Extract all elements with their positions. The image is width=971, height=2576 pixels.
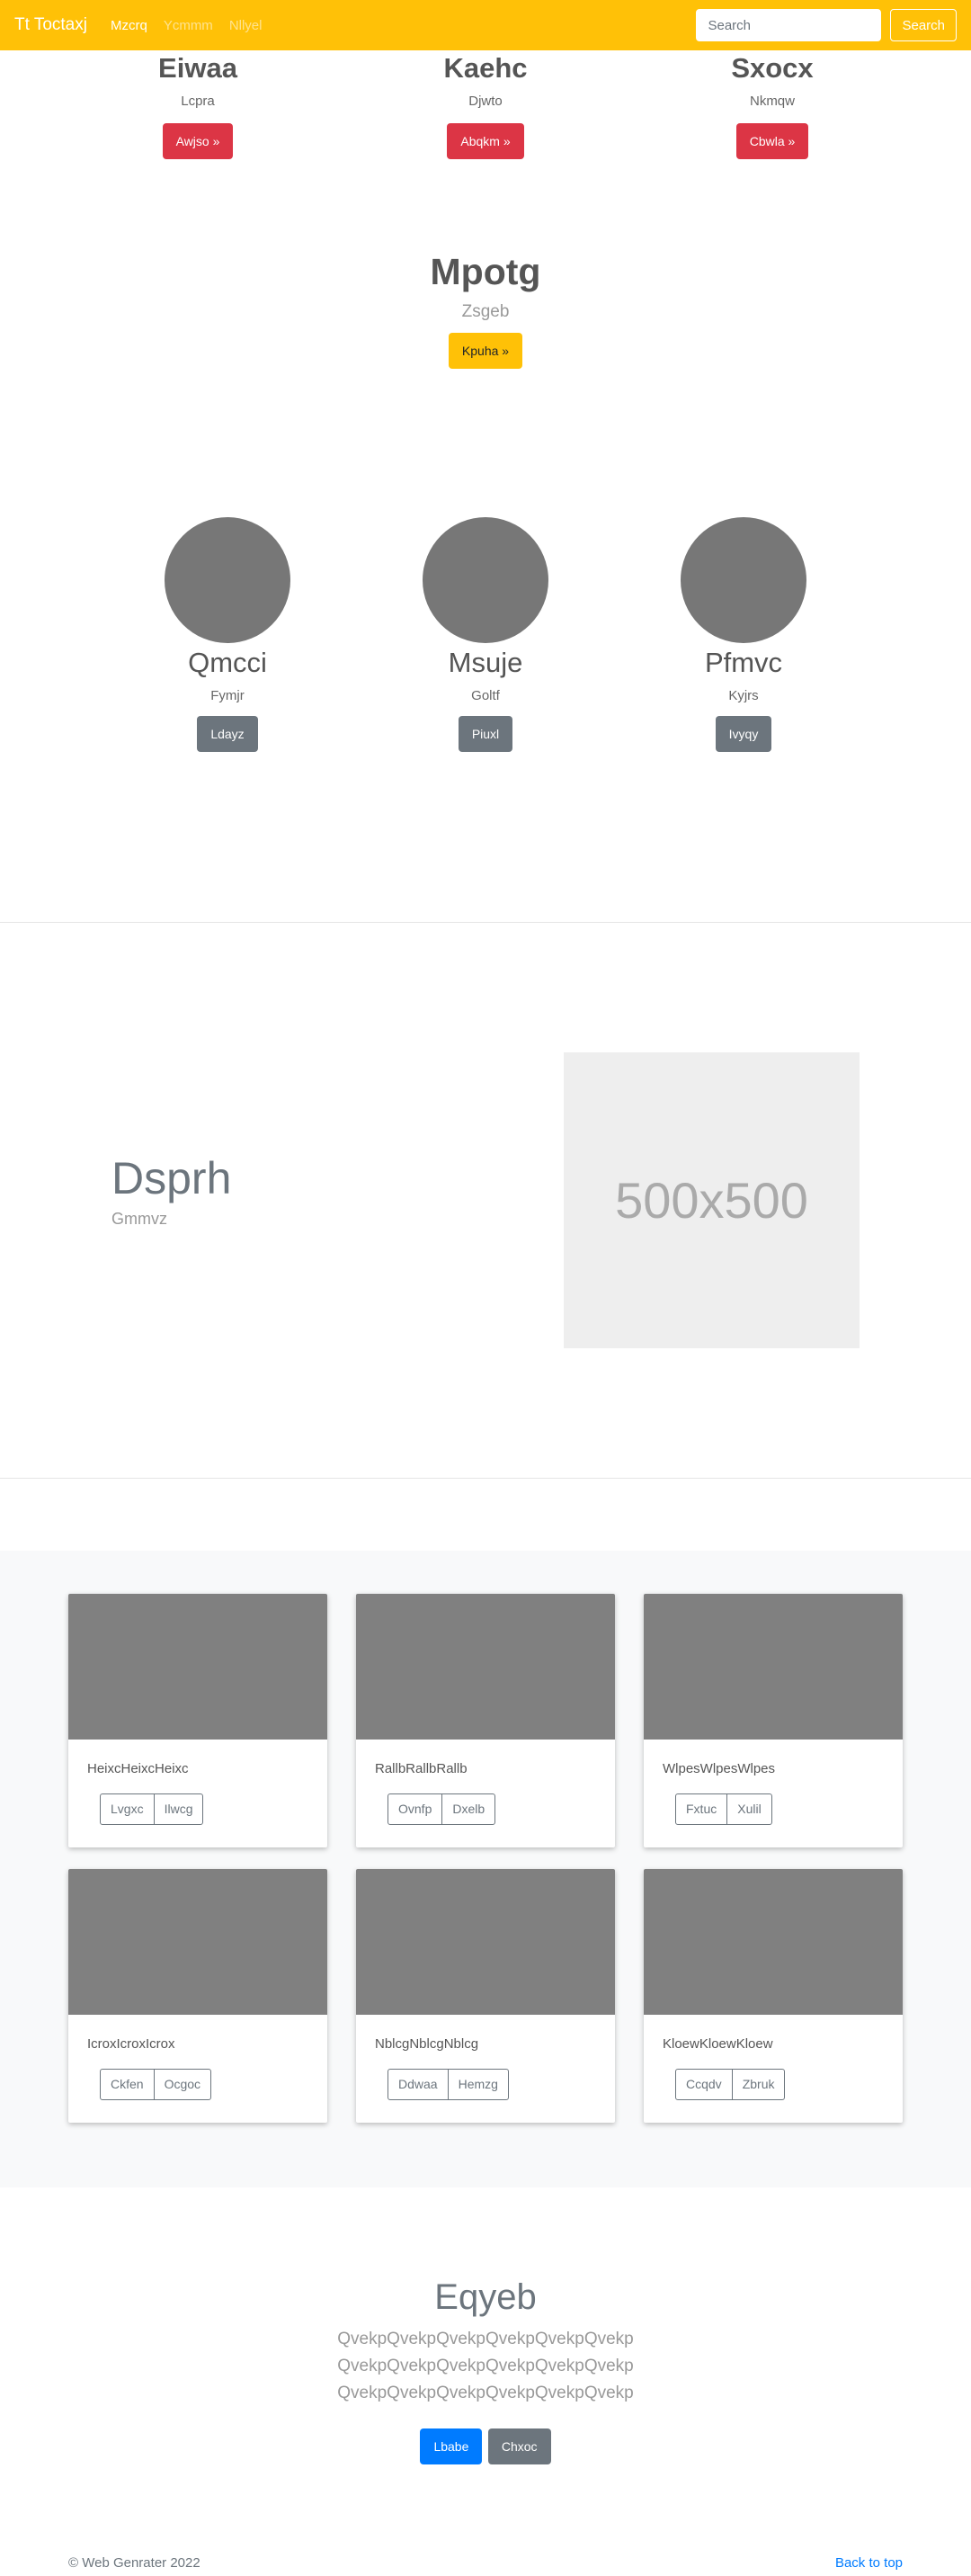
feature-subtitle: Gmmvz (111, 1210, 167, 1228)
column-button-cbwla[interactable]: Cbwla » (735, 123, 809, 159)
cta-primary-button[interactable]: Lbabe (420, 2428, 483, 2464)
card-text: RallbRallbRallb (375, 1761, 468, 1776)
team-member-msuje: Msuje Goltf Piuxl (378, 517, 593, 752)
card-button-group: Ddwaa Hemzg (388, 2069, 509, 2100)
card-button-ccqdv[interactable]: Ccqdv (675, 2069, 733, 2100)
card-text: KloewKloewKloew (663, 2036, 773, 2052)
card: WlpesWlpesWlpes Fxtuc Xulil (644, 1594, 903, 1847)
highlight-subtitle: Zsgeb (461, 302, 510, 321)
column-subtitle: Nkmqw (749, 94, 795, 109)
card: RallbRallbRallb Ovnfp Dxelb (356, 1594, 615, 1847)
card-thumbnail (356, 1594, 615, 1740)
card-button-ilwcg[interactable]: Ilwcg (153, 1793, 204, 1825)
card: KloewKloewKloew Ccqdv Zbruk (644, 1869, 903, 2123)
image-placeholder-label: 500x500 (615, 1172, 808, 1229)
album-section: HeixcHeixcHeixc Lvgxc Ilwcg RallbRallbRa… (0, 1551, 971, 2187)
highlight-section: Mpotg Zsgeb Kpuha » (0, 250, 971, 369)
column-eiwaa: Eiwaa Lcpra Awjso » (90, 52, 306, 159)
column-heading: Sxocx (731, 52, 814, 84)
divider (0, 1478, 971, 1479)
nav-link-nllyel[interactable]: Nllyel (229, 18, 263, 33)
highlight-button[interactable]: Kpuha » (448, 333, 523, 369)
search-form: Search (696, 9, 957, 41)
cta-secondary-button[interactable]: Chxoc (487, 2428, 551, 2464)
column-kaehc: Kaehc Djwto Abqkm » (378, 52, 593, 159)
card-button-ocgoc[interactable]: Ocgoc (153, 2069, 212, 2100)
team-member-subtitle: Goltf (471, 688, 500, 703)
card-button-group: Ckfen Ocgoc (100, 2069, 212, 2100)
card-button-ckfen[interactable]: Ckfen (100, 2069, 155, 2100)
team-member-name: Qmcci (188, 647, 267, 678)
nav-link-ycmmm[interactable]: Ycmmm (164, 18, 213, 33)
card-button-group: Ccqdv Zbruk (675, 2069, 786, 2100)
team-member-button[interactable]: Piuxl (458, 716, 513, 752)
highlight-heading: Mpotg (430, 251, 541, 292)
column-subtitle: Djwto (468, 94, 503, 109)
cta-buttons: Lbabe Chxoc (0, 2428, 971, 2464)
team-member-subtitle: Fymjr (210, 688, 245, 703)
cta-text-line: QvekpQvekpQvekpQvekpQvekpQvekp (337, 2384, 634, 2402)
card-button-group: Lvgxc Ilwcg (100, 1793, 204, 1825)
feature-title: Dsprh (111, 1153, 232, 1203)
cta-text-line: QvekpQvekpQvekpQvekpQvekpQvekp (337, 2357, 634, 2375)
card-thumbnail (68, 1869, 327, 2015)
cta-section: Eqyeb QvekpQvekpQvekpQvekpQvekpQvekp Qve… (0, 2276, 971, 2464)
card-text: NblcgNblcgNblcg (375, 2036, 479, 2052)
card: HeixcHeixcHeixc Lvgxc Ilwcg (68, 1594, 327, 1847)
footer-copyright: © Web Genrater 2022 (68, 2555, 200, 2571)
card-button-ddwaa[interactable]: Ddwaa (388, 2069, 449, 2100)
team-member-button[interactable]: Ivyqy (715, 716, 772, 752)
navbar: Tt Toctaxj Mzcrq Ycmmm Nllyel Search (0, 0, 971, 50)
card-text: HeixcHeixcHeixc (87, 1761, 189, 1776)
avatar (165, 517, 290, 643)
back-to-top-link[interactable]: Back to top (835, 2555, 903, 2571)
column-heading: Kaehc (443, 52, 528, 84)
avatar (681, 517, 806, 643)
avatar (423, 517, 548, 643)
card-button-hemzg[interactable]: Hemzg (447, 2069, 509, 2100)
column-subtitle: Lcpra (181, 94, 215, 109)
card: NblcgNblcgNblcg Ddwaa Hemzg (356, 1869, 615, 2123)
image-placeholder: 500x500 (564, 1052, 860, 1348)
column-button-abqkm[interactable]: Abqkm » (447, 123, 524, 159)
team-member-qmcci: Qmcci Fymjr Ldayz (120, 517, 335, 752)
card-button-zbruk[interactable]: Zbruk (731, 2069, 786, 2100)
search-button[interactable]: Search (890, 9, 957, 41)
card-button-group: Ovnfp Dxelb (388, 1793, 496, 1825)
card-button-dxelb[interactable]: Dxelb (441, 1793, 496, 1825)
card-text: IcroxIcroxIcrox (87, 2036, 175, 2052)
team-member-name: Pfmvc (704, 647, 783, 678)
team-member-subtitle: Kyjrs (728, 688, 759, 703)
divider (0, 922, 971, 923)
card-thumbnail (644, 1869, 903, 2015)
cta-text-line: QvekpQvekpQvekpQvekpQvekpQvekp (337, 2330, 634, 2348)
column-heading: Eiwaa (158, 52, 237, 84)
card-thumbnail (644, 1594, 903, 1740)
team-member-button[interactable]: Ldayz (197, 716, 258, 752)
card-button-ovnfp[interactable]: Ovnfp (388, 1793, 443, 1825)
brand-logo[interactable]: Tt Toctaxj (14, 15, 87, 35)
card-text: WlpesWlpesWlpes (663, 1761, 776, 1776)
card-button-group: Fxtuc Xulil (675, 1793, 772, 1825)
column-button-awjso[interactable]: Awjso » (162, 123, 234, 159)
card-thumbnail (68, 1594, 327, 1740)
card-thumbnail (356, 1869, 615, 2015)
card: IcroxIcroxIcrox Ckfen Ocgoc (68, 1869, 327, 2123)
nav-link-mzcrq[interactable]: Mzcrq (111, 18, 147, 33)
card-button-fxtuc[interactable]: Fxtuc (675, 1793, 728, 1825)
team-member-name: Msuje (448, 647, 523, 678)
card-button-lvgxc[interactable]: Lvgxc (100, 1793, 155, 1825)
search-input[interactable] (696, 9, 882, 41)
column-sxocx: Sxocx Nkmqw Cbwla » (664, 52, 880, 159)
cta-text: QvekpQvekpQvekpQvekpQvekpQvekp QvekpQvek… (0, 2326, 971, 2407)
card-button-xulil[interactable]: Xulil (726, 1793, 772, 1825)
cta-title: Eqyeb (434, 2277, 537, 2317)
team-member-pfmvc: Pfmvc Kyjrs Ivyqy (636, 517, 851, 752)
